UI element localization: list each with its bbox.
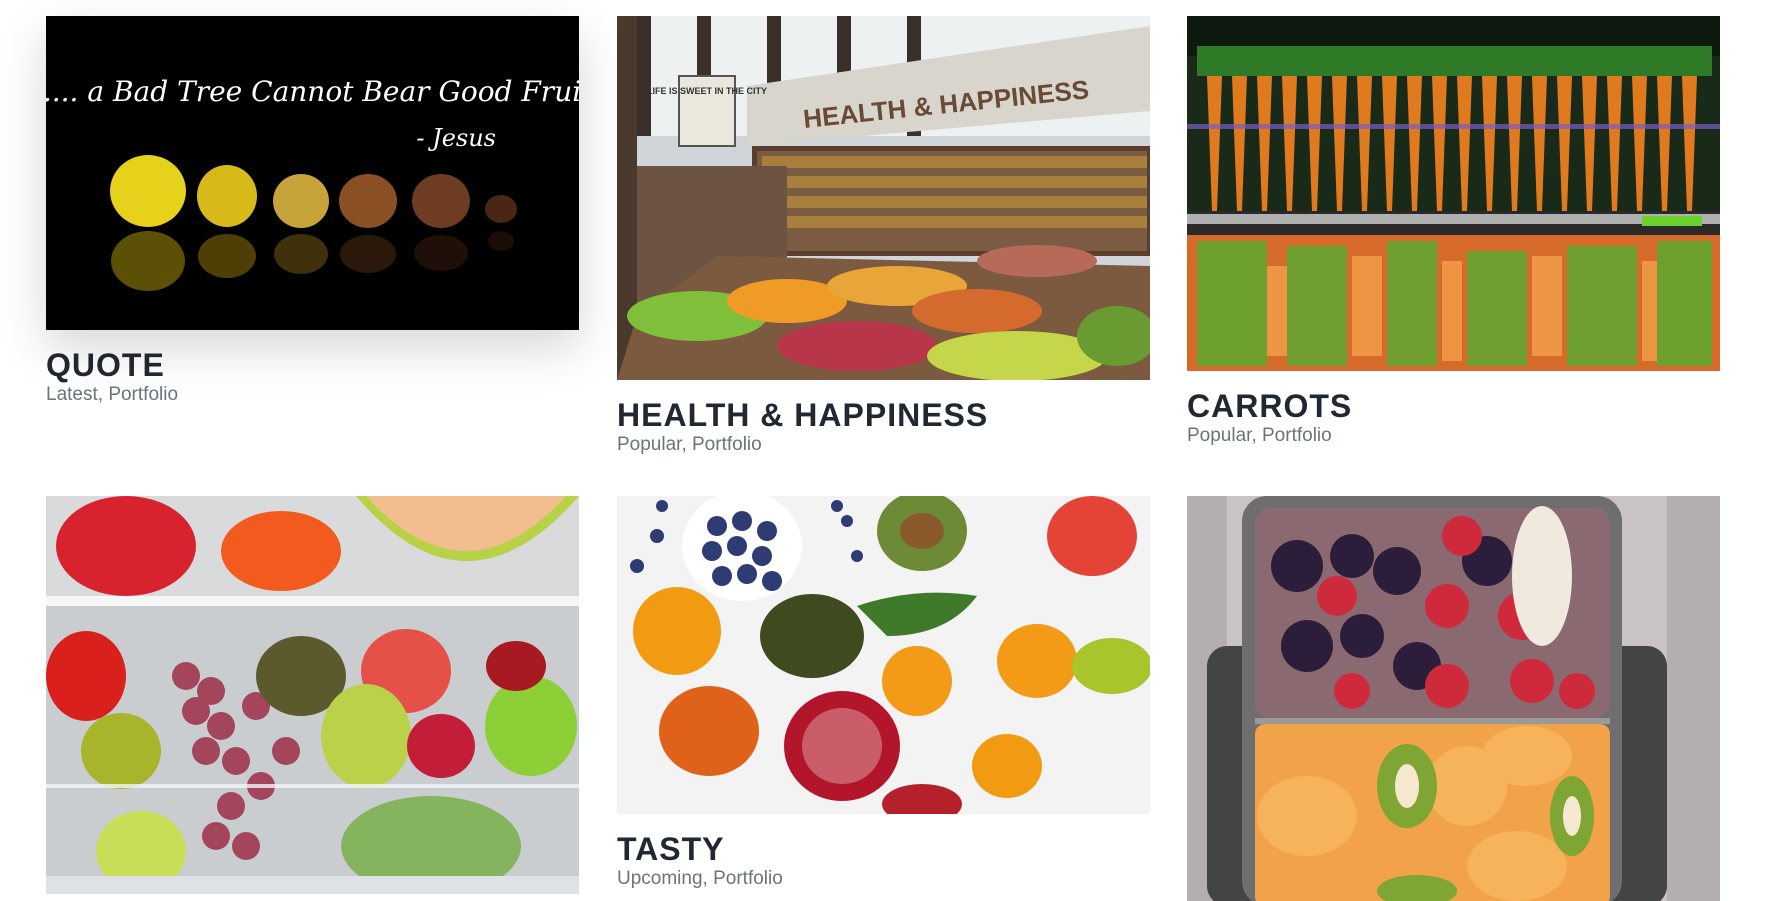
fridge-fruit-image[interactable] xyxy=(46,496,579,894)
quote-image[interactable]: .... a Bad Tree Cannot Bear Good Fruit..… xyxy=(46,16,579,330)
portfolio-card-tasty[interactable]: TASTY Upcoming, Portfolio xyxy=(617,496,1150,890)
fruit-lunchbox-image[interactable] xyxy=(1187,496,1720,901)
wall-sign-text: LIFE IS SWEET IN THE CITY xyxy=(647,86,767,96)
portfolio-card-quote[interactable]: .... a Bad Tree Cannot Bear Good Fruit..… xyxy=(46,16,579,406)
tasty-fruit-image[interactable] xyxy=(617,496,1150,814)
fridge-produce-illustration xyxy=(46,496,579,894)
grocery-store-image[interactable]: HEALTH & HAPPINESS LIFE IS SWEET IN THE … xyxy=(617,16,1150,380)
fruit-lunchbox-illustration xyxy=(1187,496,1720,901)
bad-tree-quote-illustration: .... a Bad Tree Cannot Bear Good Fruit..… xyxy=(46,16,579,330)
card-categories[interactable]: Latest, Portfolio xyxy=(46,384,579,406)
quote-text: .... a Bad Tree Cannot Bear Good Fruit..… xyxy=(46,75,579,108)
card-categories[interactable]: Upcoming, Portfolio xyxy=(617,868,1150,890)
portfolio-card-fridge-fruit[interactable] xyxy=(46,496,579,901)
card-title[interactable]: QUOTE xyxy=(46,348,579,382)
carrots-image[interactable] xyxy=(1187,16,1720,371)
portfolio-card-health-happiness[interactable]: HEALTH & HAPPINESS LIFE IS SWEET IN THE … xyxy=(617,16,1150,456)
card-categories[interactable]: Popular, Portfolio xyxy=(617,434,1150,456)
card-title[interactable]: TASTY xyxy=(617,832,1150,866)
card-categories[interactable]: Popular, Portfolio xyxy=(1187,425,1720,447)
portfolio-card-lunchbox[interactable] xyxy=(1187,496,1720,901)
quote-author: - Jesus xyxy=(416,124,496,152)
card-title[interactable]: HEALTH & HAPPINESS xyxy=(617,398,1150,432)
grocery-store-illustration: HEALTH & HAPPINESS LIFE IS SWEET IN THE … xyxy=(617,16,1150,380)
carrots-shelf-illustration xyxy=(1187,16,1720,371)
card-title[interactable]: CARROTS xyxy=(1187,389,1720,423)
portfolio-card-carrots[interactable]: CARROTS Popular, Portfolio xyxy=(1187,16,1720,447)
fresh-fruit-flatlay-illustration xyxy=(617,496,1150,814)
